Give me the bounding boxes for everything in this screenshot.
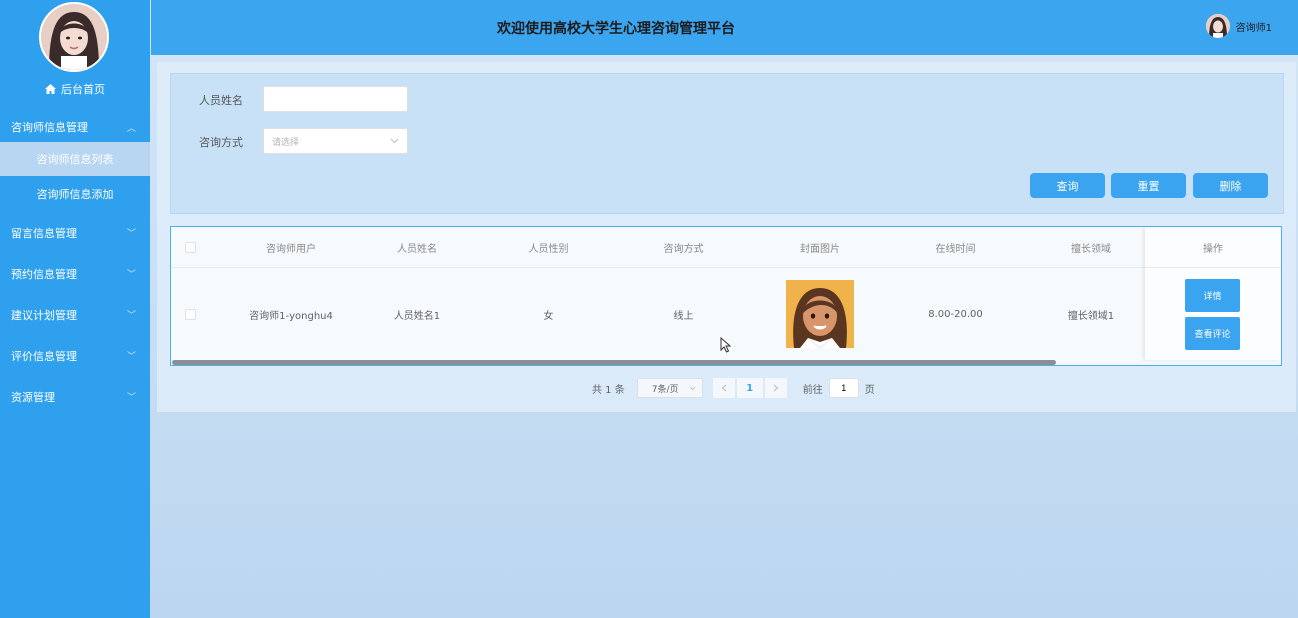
cartoon-woman-avatar-icon[interactable] bbox=[786, 280, 854, 348]
name-search-input[interactable] bbox=[263, 86, 408, 112]
sidebar-subitem-label: 咨询师信息列表 bbox=[36, 153, 114, 166]
chevron-down-icon bbox=[390, 138, 399, 144]
method-select-placeholder: 请选择 bbox=[272, 137, 300, 148]
column-header[interactable]: 在线时间 bbox=[909, 227, 1002, 267]
column-header: 操作 bbox=[1145, 227, 1281, 268]
column-header[interactable]: 咨询方式 bbox=[636, 227, 731, 267]
table-header-row: 咨询师用户 人员姓名 人员性别 咨询方式 封面图片 在线时间 擅长领域 bbox=[171, 227, 1281, 268]
chevron-up-icon: ︿ bbox=[126, 123, 136, 134]
operations-column: 操作 详情 查看评论 bbox=[1145, 227, 1281, 360]
sidebar-item-label: 预约信息管理 bbox=[11, 267, 77, 281]
select-all-cell bbox=[171, 227, 209, 267]
user-menu[interactable]: 咨询师1 bbox=[1205, 14, 1272, 38]
row-checkbox[interactable] bbox=[184, 308, 196, 320]
sidebar-home-label: 后台首页 bbox=[61, 83, 105, 96]
goto-prefix: 前往 bbox=[802, 384, 823, 396]
top-header: 欢迎使用高校大学生心理咨询管理平台 咨询师1 bbox=[151, 0, 1298, 55]
view-comments-button[interactable]: 查看评论 bbox=[1185, 317, 1240, 350]
sidebar-item-resources[interactable]: 资源管理 ﹀ bbox=[0, 382, 150, 411]
cell-method: 线上 bbox=[673, 310, 694, 322]
sidebar-item-label: 评价信息管理 bbox=[11, 349, 77, 363]
sidebar-item-label: 留言信息管理 bbox=[11, 226, 77, 240]
chevron-right-icon bbox=[773, 384, 779, 392]
chevron-down-icon: ﹀ bbox=[126, 393, 136, 403]
column-header[interactable]: 封面图片 bbox=[731, 227, 909, 267]
sidebar-item-label: 资源管理 bbox=[11, 390, 55, 404]
method-field-label: 咨询方式 bbox=[199, 136, 243, 149]
chevron-down-icon bbox=[689, 386, 696, 390]
pagination: 共 1 条 7条/页 1 前往 页 bbox=[592, 378, 875, 398]
cell-cover-image bbox=[731, 268, 909, 360]
query-button[interactable]: 查询 bbox=[1030, 173, 1105, 198]
sidebar-subitem-label: 咨询师信息添加 bbox=[36, 188, 114, 201]
detail-button[interactable]: 详情 bbox=[1185, 279, 1240, 312]
prev-page-button[interactable] bbox=[712, 378, 735, 398]
page-size-select[interactable]: 7条/页 bbox=[636, 378, 703, 398]
mouse-cursor-icon bbox=[720, 337, 732, 353]
chevron-down-icon: ﹀ bbox=[126, 311, 136, 321]
sidebar-item-label: 咨询师信息管理 bbox=[11, 121, 88, 134]
cell-online-time: 8.00-20.00 bbox=[928, 308, 983, 320]
sidebar-item-appointments[interactable]: 预约信息管理 ﹀ bbox=[0, 259, 150, 288]
sidebar-subitem-counselor-list[interactable]: 咨询师信息列表 bbox=[0, 142, 150, 176]
chevron-down-icon: ﹀ bbox=[126, 352, 136, 362]
sidebar-item-plans[interactable]: 建议计划管理 ﹀ bbox=[0, 300, 150, 329]
sidebar-home-link[interactable]: 后台首页 bbox=[0, 80, 150, 98]
sidebar-item-label: 建议计划管理 bbox=[11, 308, 77, 322]
sidebar: 后台首页 咨询师信息管理 ︿ 咨询师信息列表 咨询师信息添加 留言信息管理 ﹀ … bbox=[0, 0, 150, 618]
cell-gender: 女 bbox=[543, 310, 554, 322]
pager: 1 bbox=[712, 378, 787, 398]
horizontal-scrollbar[interactable] bbox=[172, 360, 1056, 365]
user-avatar-icon bbox=[1205, 14, 1230, 38]
column-header[interactable]: 人员性别 bbox=[461, 227, 636, 267]
avatar[interactable] bbox=[39, 2, 109, 72]
select-all-checkbox[interactable] bbox=[184, 241, 196, 253]
column-header[interactable]: 咨询师用户 bbox=[209, 227, 373, 267]
user-avatar bbox=[1205, 14, 1230, 38]
column-header[interactable]: 人员姓名 bbox=[373, 227, 461, 267]
sidebar-subitem-counselor-add[interactable]: 咨询师信息添加 bbox=[0, 176, 150, 212]
cell-user: 咨询师1-yonghu4 bbox=[249, 310, 333, 322]
goto-suffix: 页 bbox=[864, 384, 875, 396]
reset-button[interactable]: 重置 bbox=[1111, 173, 1186, 198]
next-page-button[interactable] bbox=[764, 378, 787, 398]
avatar-photo-icon bbox=[41, 4, 107, 70]
goto-page: 前往 页 bbox=[803, 378, 875, 398]
row-select-cell bbox=[171, 268, 209, 360]
chevron-left-icon bbox=[721, 384, 727, 392]
page-size-value: 7条/页 bbox=[651, 384, 679, 395]
method-select[interactable]: 请选择 bbox=[263, 128, 408, 154]
cell-name: 人员姓名1 bbox=[393, 310, 441, 322]
page-number-current[interactable]: 1 bbox=[736, 378, 763, 398]
delete-button[interactable]: 删除 bbox=[1193, 173, 1268, 198]
chevron-down-icon: ﹀ bbox=[126, 229, 136, 239]
name-field-label: 人员姓名 bbox=[199, 94, 243, 107]
sidebar-item-reviews[interactable]: 评价信息管理 ﹀ bbox=[0, 341, 150, 370]
sidebar-item-messages[interactable]: 留言信息管理 ﹀ bbox=[0, 218, 150, 247]
sidebar-menu: 咨询师信息管理 ︿ 咨询师信息列表 咨询师信息添加 留言信息管理 ﹀ 预约信息管… bbox=[0, 112, 150, 411]
sidebar-item-counselor-info[interactable]: 咨询师信息管理 ︿ bbox=[0, 112, 150, 142]
page-title: 欢迎使用高校大学生心理咨询管理平台 bbox=[497, 21, 735, 37]
goto-page-input[interactable] bbox=[828, 378, 859, 398]
chevron-down-icon: ﹀ bbox=[126, 270, 136, 280]
home-icon bbox=[45, 84, 56, 94]
username-label: 咨询师1 bbox=[1235, 22, 1272, 34]
total-count: 共 1 条 bbox=[592, 384, 625, 396]
